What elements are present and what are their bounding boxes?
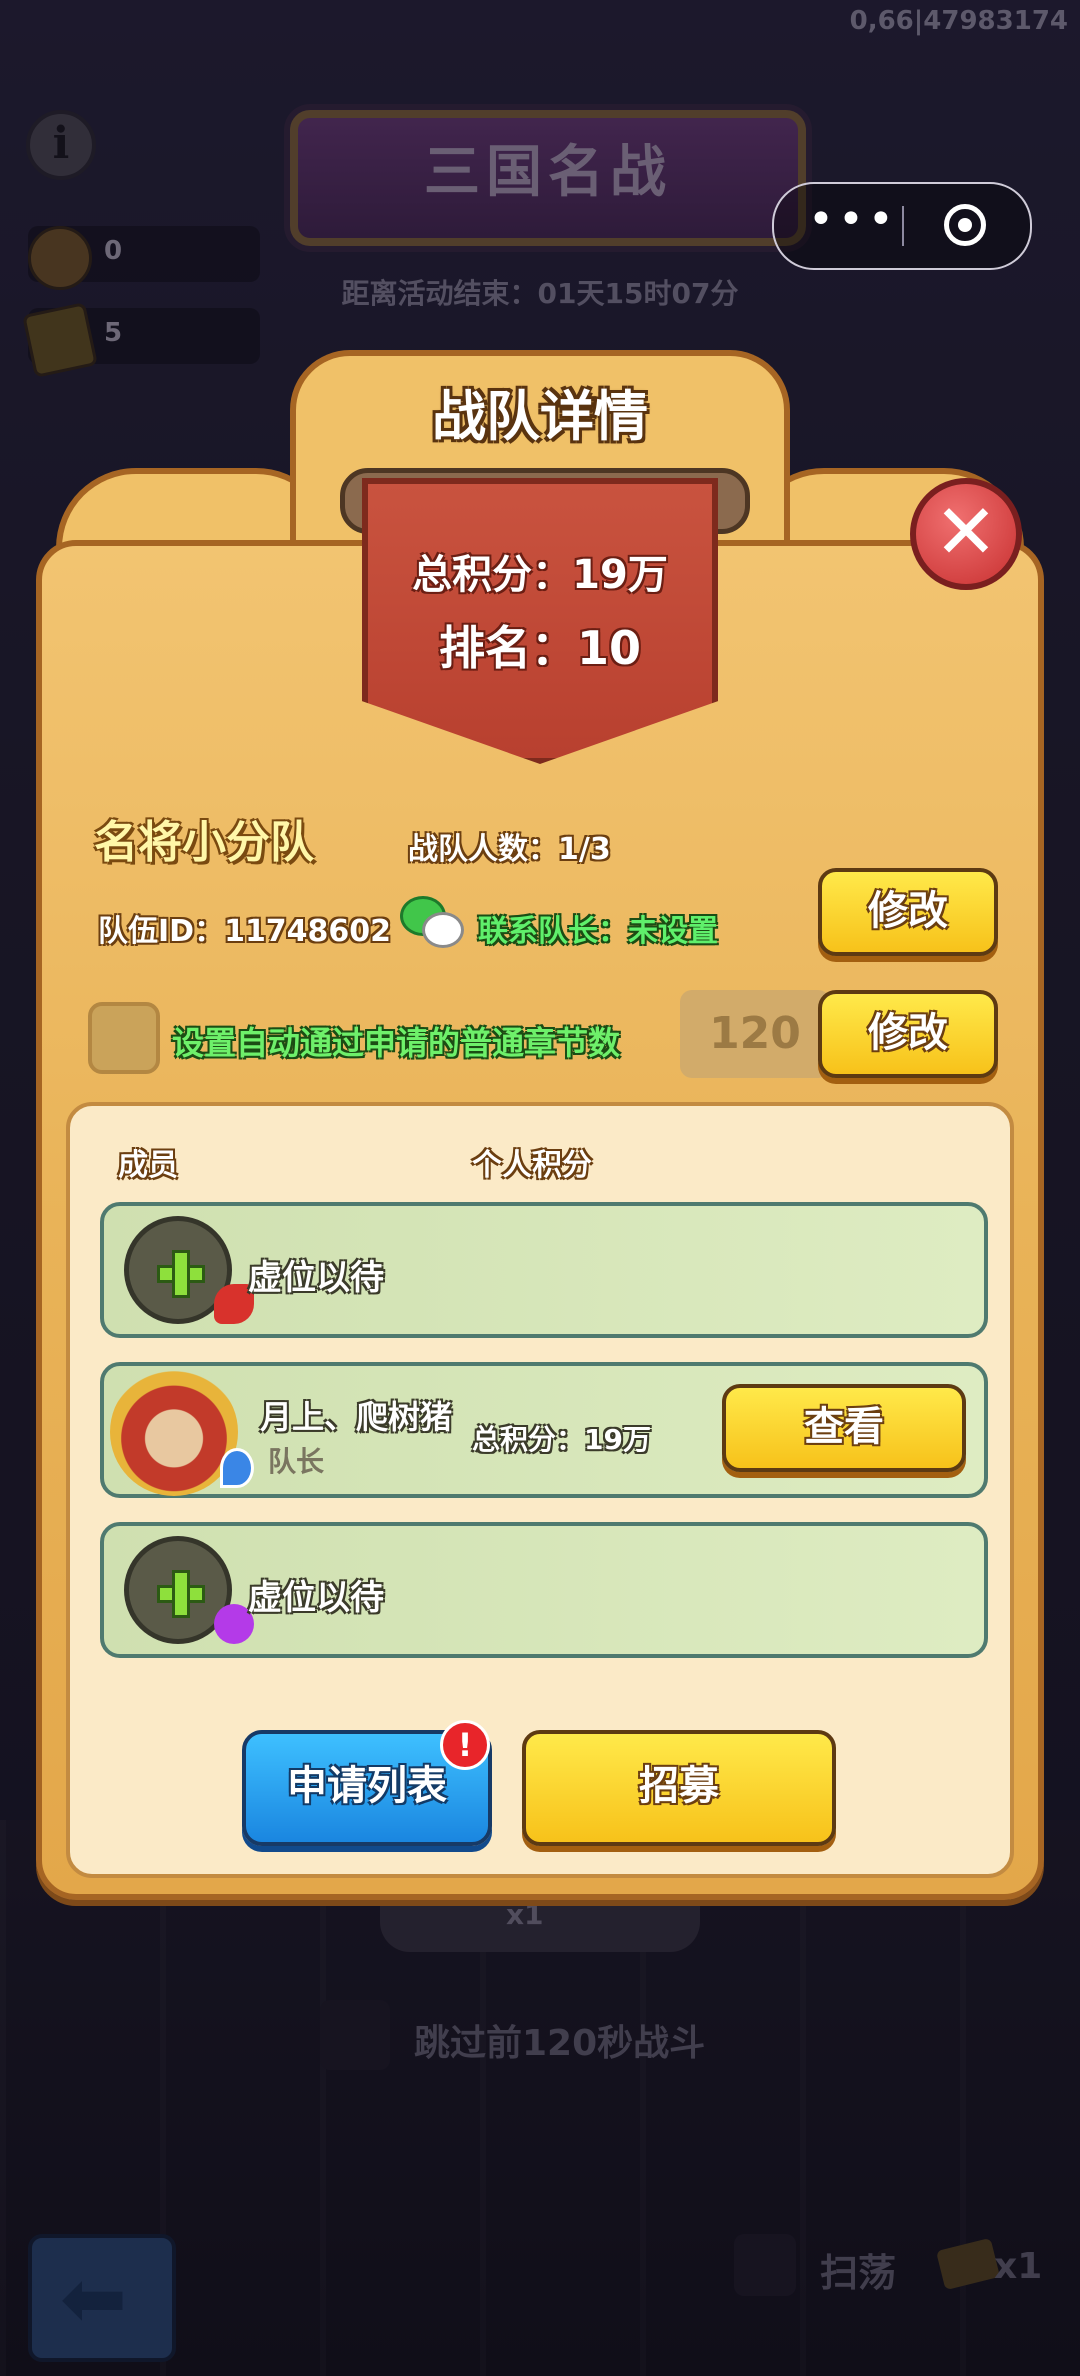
recruit-button[interactable]: 招募 xyxy=(522,1730,836,1846)
team-rank: 排名：10 xyxy=(438,621,641,675)
miniapp-capsule: ••• xyxy=(772,182,1032,270)
auto-approve-label: 设置自动通过申请的普通章节数 xyxy=(172,1024,621,1062)
close-miniapp-icon[interactable] xyxy=(944,204,986,246)
leader-avatar xyxy=(110,1368,238,1496)
member-row-empty-1[interactable]: 虚位以待 xyxy=(100,1202,988,1338)
total-score: 总积分：19万 xyxy=(412,552,668,598)
water-class-icon xyxy=(220,1448,254,1488)
view-member-button[interactable]: 查看 xyxy=(722,1384,966,1472)
notice-badge: ! xyxy=(440,1720,490,1770)
close-button[interactable]: ✕ xyxy=(910,478,1022,590)
member-role: 队长 xyxy=(268,1445,325,1478)
more-menu-icon[interactable]: ••• xyxy=(808,198,928,248)
contact-leader: 联系队长：未设置 xyxy=(478,914,718,949)
auto-approve-checkbox[interactable] xyxy=(88,1002,160,1074)
capsule-divider xyxy=(902,206,904,246)
chapter-count-input[interactable]: 120 xyxy=(680,990,830,1078)
wechat-icon xyxy=(400,896,464,948)
member-row-leader: 月上、爬树猪 队长 总积分：19万 查看 xyxy=(100,1362,988,1498)
team-id: 队伍ID：11748602 xyxy=(98,914,392,949)
member-name: 月上、爬树猪 xyxy=(260,1398,453,1436)
member-score: 总积分：19万 xyxy=(472,1423,651,1456)
slot-label: 虚位以待 xyxy=(248,1578,384,1618)
column-score: 个人积分 xyxy=(472,1148,592,1183)
edit-chapter-button[interactable]: 修改 xyxy=(818,990,998,1078)
member-row-empty-2[interactable]: 虚位以待 xyxy=(100,1522,988,1658)
column-member: 成员 xyxy=(118,1148,178,1183)
modal-title: 战队详情 xyxy=(432,385,648,448)
edit-contact-button[interactable]: 修改 xyxy=(818,868,998,956)
team-name: 名将小分队 xyxy=(94,817,314,868)
member-count: 战队人数：1/3 xyxy=(408,832,611,867)
slot-label: 虚位以待 xyxy=(248,1258,384,1298)
